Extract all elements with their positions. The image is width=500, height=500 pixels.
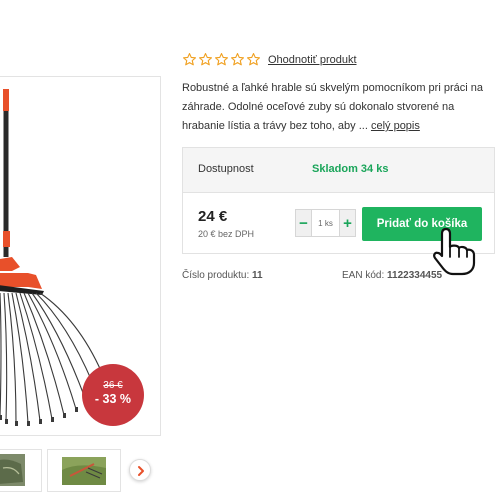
availability-label: Dostupnost xyxy=(198,163,254,175)
next-thumbnail-button[interactable] xyxy=(129,459,151,481)
ean-label: EAN kód: xyxy=(342,270,385,281)
thumbnail-2[interactable] xyxy=(47,449,121,492)
discount-badge: 36 € - 33 % xyxy=(82,364,144,426)
chevron-right-icon xyxy=(138,466,144,476)
product-description: Robustné a ľahké hrable sú skvelým pomoc… xyxy=(182,79,497,136)
star-outline-icon[interactable] xyxy=(182,52,197,67)
star-outline-icon[interactable] xyxy=(230,52,245,67)
thumbnail-1-image xyxy=(0,454,25,486)
thumbnail-2-image xyxy=(62,457,106,485)
discount-percent: - 33 % xyxy=(94,392,132,406)
quantity-increase-button[interactable]: + xyxy=(339,210,355,236)
availability-value: Skladom 34 ks xyxy=(312,163,389,175)
product-number-value: 11 xyxy=(252,270,263,281)
rating-stars[interactable] xyxy=(182,52,261,67)
star-outline-icon[interactable] xyxy=(214,52,229,67)
star-outline-icon[interactable] xyxy=(198,52,213,67)
star-outline-icon[interactable] xyxy=(246,52,261,67)
quantity-input[interactable] xyxy=(312,210,339,236)
hand-pointer-icon xyxy=(433,227,476,276)
old-price: 36 € xyxy=(103,380,123,391)
product-number-label: Číslo produktu: xyxy=(182,270,250,281)
quantity-stepper[interactable]: − + xyxy=(295,209,356,237)
thumbnail-1[interactable] xyxy=(0,449,42,492)
quantity-decrease-button[interactable]: − xyxy=(296,210,312,236)
price-without-vat: 20 € bez DPH xyxy=(198,229,255,239)
price: 24 € xyxy=(198,208,228,225)
description-text: Robustné a ľahké hrable sú skvelým pomoc… xyxy=(182,82,483,132)
full-description-link[interactable]: celý popis xyxy=(371,120,420,132)
product-number: Číslo produktu: 11 xyxy=(182,270,263,281)
rate-product-link[interactable]: Ohodnotiť produkt xyxy=(268,54,357,66)
availability-row: Dostupnost Skladom 34 ks xyxy=(183,148,494,193)
